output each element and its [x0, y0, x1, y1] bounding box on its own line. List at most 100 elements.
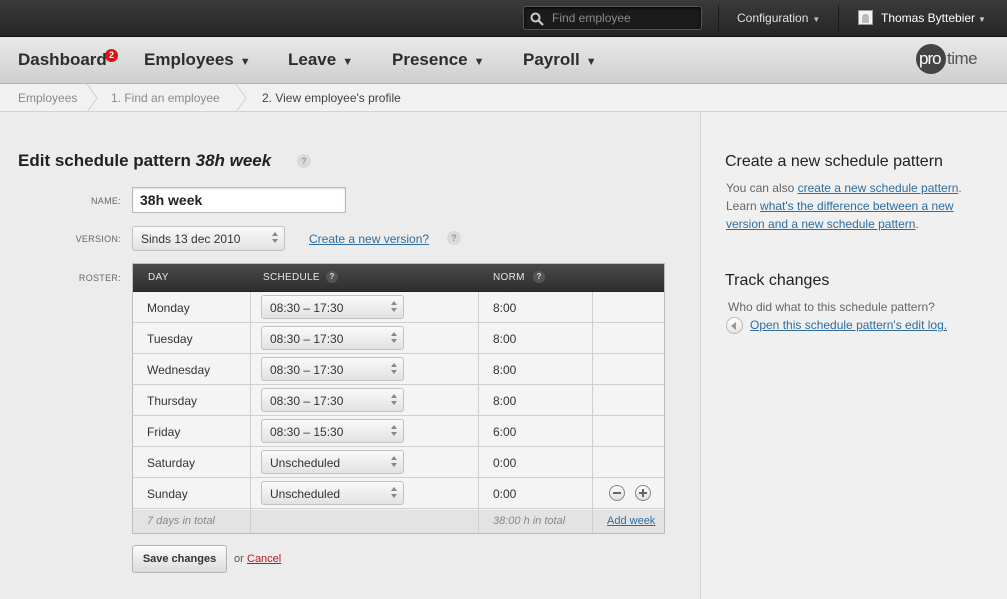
day-cell: Friday: [147, 425, 181, 439]
select-arrows-icon: [391, 455, 397, 469]
protime-logo[interactable]: pro time: [916, 43, 988, 75]
total-hours: 38:00 h in total: [493, 515, 566, 527]
breadcrumb: Employees 1. Find an employee 2. View em…: [0, 84, 1007, 112]
schedule-select[interactable]: 08:30 – 17:30: [261, 326, 404, 350]
schedule-select[interactable]: Unscheduled: [261, 481, 404, 505]
track-changes-text: Who did what to this schedule pattern?: [728, 300, 935, 314]
roster-table: DAY SCHEDULE ? NORM ? Monday 08:30 – 17:…: [132, 263, 665, 534]
create-text-end: .: [958, 181, 962, 195]
top-bar: Configuration▼ Thomas Byttebier▼: [0, 0, 1007, 37]
learn-difference-text: Learn what's the difference between a ne…: [726, 197, 954, 215]
name-label: NAME:: [90, 196, 121, 206]
notification-badge: 2: [105, 49, 118, 62]
schedule-select-value: 08:30 – 15:30: [270, 425, 344, 439]
help-icon[interactable]: ?: [297, 154, 311, 168]
add-row-button[interactable]: [635, 485, 651, 501]
divider: [718, 5, 719, 31]
search-input[interactable]: [552, 10, 697, 26]
schedule-select[interactable]: 08:30 – 17:30: [261, 388, 404, 412]
remove-week-button[interactable]: [609, 485, 625, 501]
roster-label: ROSTER:: [78, 273, 121, 283]
nav-employees[interactable]: Employees ▼: [144, 50, 251, 70]
schedule-select[interactable]: 08:30 – 15:30: [261, 419, 404, 443]
create-version-link[interactable]: Create a new version?: [309, 232, 429, 246]
create-pattern-heading: Create a new schedule pattern: [725, 153, 943, 170]
column-header-norm: NORM: [493, 272, 525, 283]
add-week-link[interactable]: Add week: [607, 515, 655, 527]
learn-text-lead: Learn: [726, 199, 761, 213]
nav-payroll[interactable]: Payroll ▼: [523, 50, 597, 70]
column-header-day: DAY: [148, 272, 169, 283]
nav-presence-label: Presence: [392, 50, 468, 69]
table-row: Sunday Unscheduled 0:00: [133, 478, 664, 509]
nav-presence[interactable]: Presence ▼: [392, 50, 485, 70]
nav-leave-label: Leave: [288, 50, 337, 69]
learn-difference-text-2: version and a new schedule pattern.: [726, 215, 919, 233]
page-title-prefix: Edit schedule pattern: [18, 151, 191, 170]
breadcrumb-find-employee[interactable]: 1. Find an employee: [111, 91, 220, 105]
breadcrumb-employees[interactable]: Employees: [18, 91, 77, 105]
help-icon[interactable]: ?: [533, 271, 545, 283]
page-title-pattern-name: 38h week: [195, 151, 272, 170]
schedule-select[interactable]: 08:30 – 17:30: [261, 295, 404, 319]
version-select[interactable]: Sinds 13 dec 2010: [132, 226, 285, 251]
breadcrumb-view-profile: 2. View employee's profile: [262, 91, 401, 105]
create-text-lead: You can also: [726, 181, 798, 195]
schedule-select[interactable]: Unscheduled: [261, 450, 404, 474]
page-title: Edit schedule pattern 38h week: [18, 151, 271, 171]
nav-dashboard[interactable]: Dashboard: [18, 50, 107, 70]
difference-link[interactable]: what's the difference between a new: [760, 199, 954, 213]
avatar[interactable]: [858, 10, 873, 25]
difference-link-2[interactable]: version and a new schedule pattern: [726, 217, 915, 231]
table-row: Wednesday 08:30 – 17:30 8:00: [133, 354, 664, 385]
version-select-value: Sinds 13 dec 2010: [141, 232, 241, 246]
chevron-down-icon: ▼: [812, 15, 821, 24]
norm-cell: 0:00: [493, 456, 517, 470]
column-divider: [478, 292, 479, 533]
create-pattern-link[interactable]: create a new schedule pattern: [798, 181, 959, 195]
minus-icon: [613, 492, 621, 494]
track-changes-heading: Track changes: [725, 272, 830, 289]
table-row: Tuesday 08:30 – 17:30 8:00: [133, 323, 664, 354]
table-row: Monday 08:30 – 17:30 8:00: [133, 292, 664, 323]
day-cell: Tuesday: [147, 332, 193, 346]
configuration-label: Configuration: [737, 11, 809, 25]
nav-leave[interactable]: Leave ▼: [288, 50, 353, 70]
day-cell: Thursday: [147, 394, 198, 408]
breadcrumb-separator-icon: [86, 84, 98, 112]
nav-employees-label: Employees: [144, 50, 234, 69]
save-button[interactable]: Save changes: [132, 545, 227, 573]
select-arrows-icon: [391, 486, 397, 500]
nav-payroll-label: Payroll: [523, 50, 580, 69]
edit-log-link[interactable]: Open this schedule pattern's edit log.: [750, 316, 947, 334]
table-row: Friday 08:30 – 15:30 6:00: [133, 416, 664, 447]
roster-header: DAY SCHEDULE ? NORM ?: [133, 264, 664, 292]
chevron-down-icon: ▼: [342, 56, 354, 68]
logo-time-text: time: [947, 49, 978, 68]
schedule-select[interactable]: 08:30 – 17:30: [261, 357, 404, 381]
help-icon[interactable]: ?: [326, 271, 338, 283]
select-arrows-icon: [272, 231, 278, 245]
user-menu[interactable]: Thomas Byttebier ▼: [881, 11, 986, 25]
chevron-down-icon: ▼: [473, 56, 485, 68]
norm-cell: 6:00: [493, 425, 517, 439]
table-row: Saturday Unscheduled 0:00: [133, 447, 664, 478]
name-field[interactable]: [132, 187, 346, 213]
help-icon[interactable]: ?: [447, 231, 461, 245]
day-cell: Sunday: [147, 487, 188, 501]
back-arrow-icon[interactable]: [726, 317, 743, 334]
employee-search[interactable]: [523, 6, 702, 30]
schedule-select-value: 08:30 – 17:30: [270, 394, 344, 408]
configuration-menu[interactable]: Configuration ▼: [737, 11, 820, 25]
cancel-link[interactable]: Cancel: [247, 553, 281, 565]
breadcrumb-separator-icon: [235, 84, 247, 112]
select-arrows-icon: [391, 331, 397, 345]
norm-cell: 8:00: [493, 332, 517, 346]
chevron-down-icon: ▼: [978, 15, 986, 24]
user-name-label: Thomas Byttebier: [881, 11, 976, 25]
select-arrows-icon: [391, 393, 397, 407]
version-label: VERSION:: [75, 234, 121, 244]
schedule-select-value: 08:30 – 17:30: [270, 332, 344, 346]
create-pattern-text: You can also create a new schedule patte…: [726, 179, 962, 197]
norm-cell: 8:00: [493, 301, 517, 315]
